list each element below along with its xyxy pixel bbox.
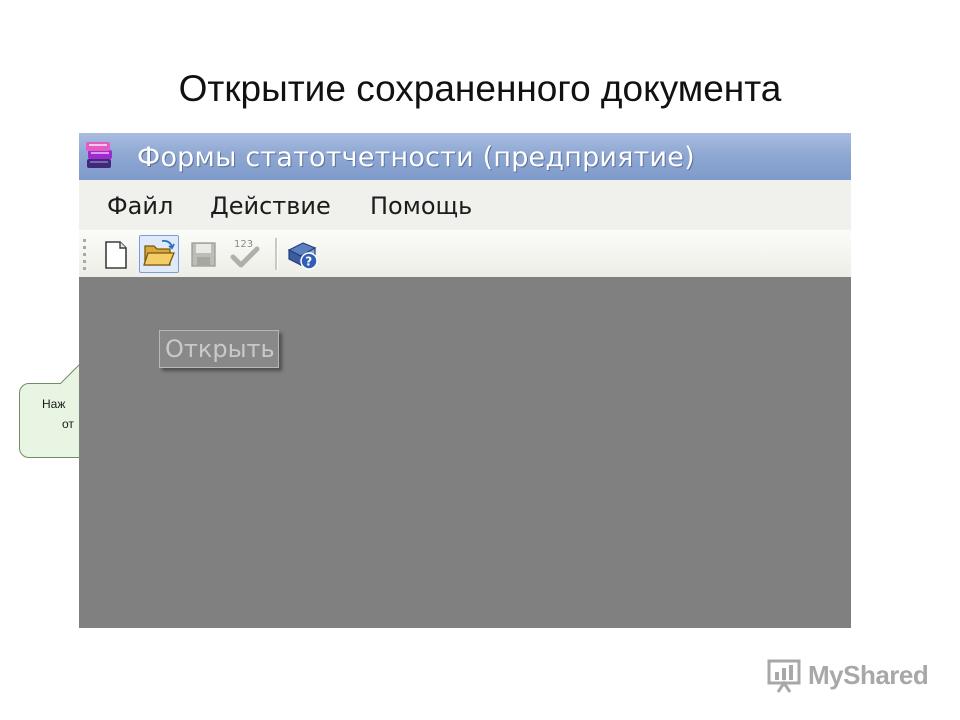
watermark-logo: MyShared [766, 656, 936, 696]
toolbar-separator [275, 238, 278, 270]
menu-item-help[interactable]: Помощь [370, 192, 472, 220]
help-button[interactable]: ? [283, 235, 323, 273]
check-button[interactable]: 123 [225, 235, 265, 273]
new-document-button[interactable] [96, 235, 136, 273]
window-titlebar: Формы статотчетности (предприятие) [79, 133, 851, 180]
check-badge-text: 123 [234, 239, 253, 250]
open-tooltip: Открыть [159, 330, 279, 368]
svg-text:?: ? [305, 255, 312, 269]
menubar: Файл Действие Помощь [79, 180, 851, 230]
books-app-icon [86, 142, 112, 168]
help-book-icon: ? [287, 242, 318, 270]
watermark-text: MyShared [808, 660, 929, 690]
slide-title: Открытие сохраненного документа [178, 68, 782, 109]
menu-item-action[interactable]: Действие [210, 192, 331, 220]
check-123-icon: 123 [230, 239, 260, 268]
menu-item-file[interactable]: Файл [107, 192, 173, 220]
open-folder-icon [143, 239, 175, 266]
app-window: Формы статотчетности (предприятие) Файл … [79, 133, 851, 628]
toolbar: 123 ? [79, 230, 851, 278]
presentation-board-icon [767, 659, 801, 693]
open-button[interactable] [139, 235, 179, 273]
window-title: Формы статотчетности (предприятие) [137, 142, 695, 173]
save-disk-icon [191, 242, 216, 267]
new-document-icon [105, 241, 127, 269]
toolbar-grip-icon[interactable] [83, 238, 87, 270]
save-button[interactable] [183, 235, 223, 273]
